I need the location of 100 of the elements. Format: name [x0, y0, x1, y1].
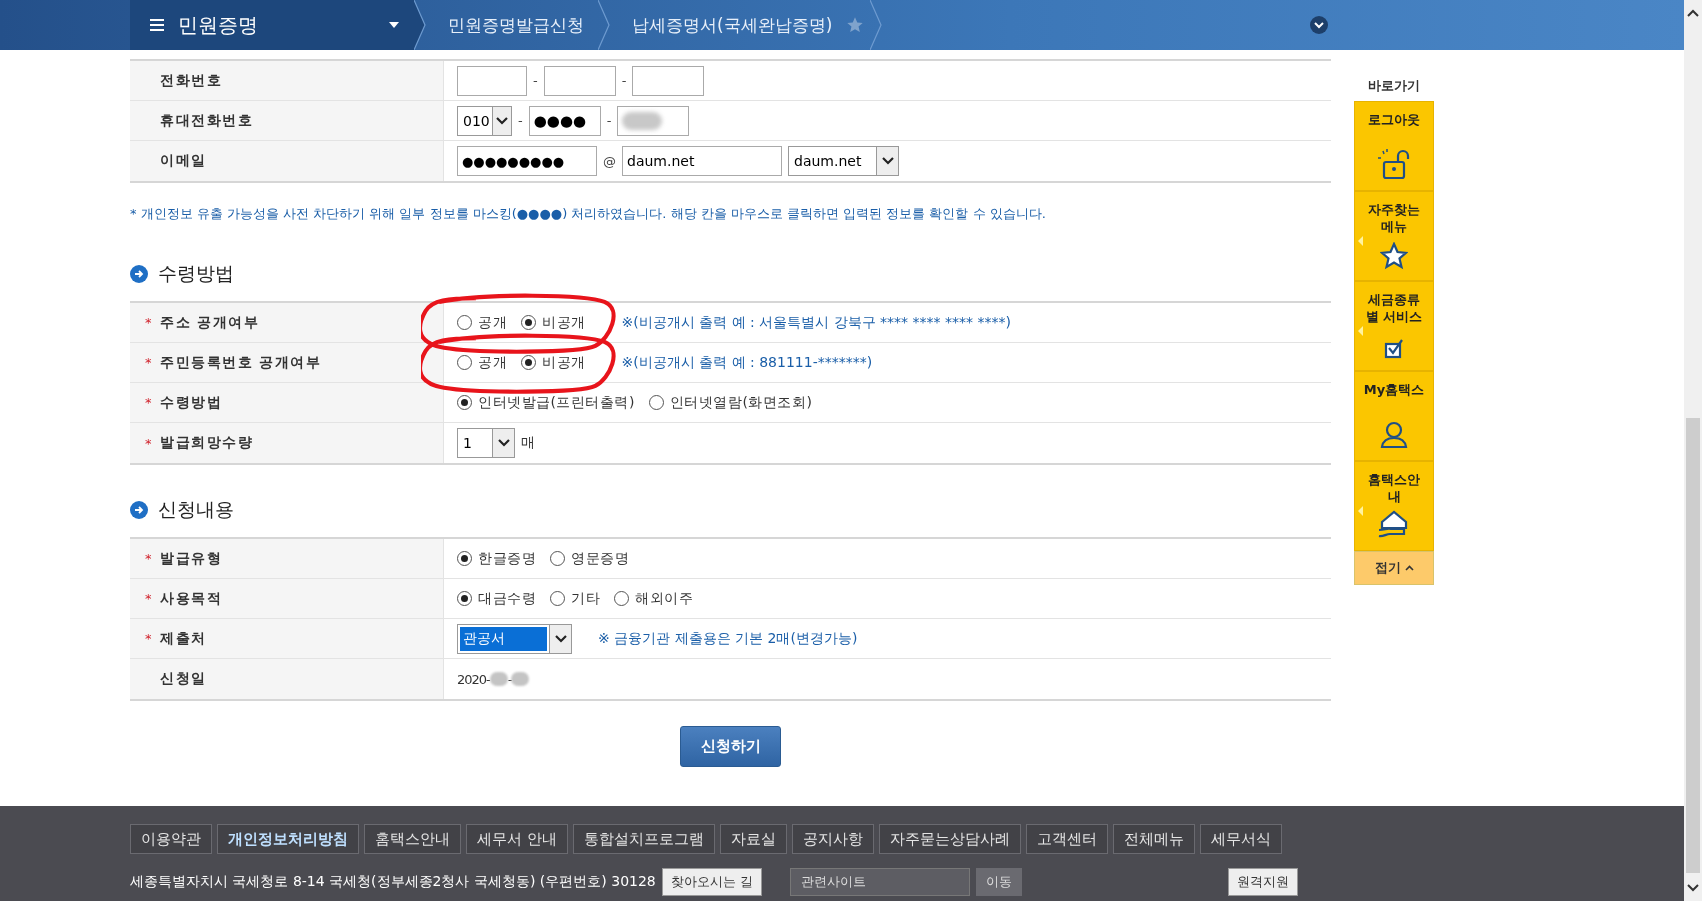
scroll-up-icon[interactable] — [1687, 8, 1699, 18]
quick-menu-item[interactable]: My홈택스 — [1354, 371, 1434, 461]
note-text: ※(비공개시 출력 예 : 서울특별시 강북구 **** **** **** ****) — [621, 313, 1011, 332]
select-field[interactable]: 1 — [457, 428, 515, 458]
required-mark: * — [145, 591, 152, 606]
radio-option[interactable]: 비공개 — [521, 353, 586, 372]
required-mark: * — [145, 315, 152, 330]
select-field[interactable]: 010 — [457, 105, 512, 136]
footer-link[interactable]: 세무서식 — [1199, 824, 1282, 854]
required-mark: * — [145, 631, 152, 646]
caret-icon — [496, 438, 511, 448]
arrow-bullet-icon — [130, 265, 148, 283]
section-title: 신청내용 — [158, 497, 234, 522]
footer-link[interactable]: 전체메뉴 — [1112, 824, 1195, 854]
radio-option[interactable]: 해외이주 — [614, 589, 693, 608]
field-label: 휴대전화번호 — [160, 111, 253, 130]
caret-up-icon — [1404, 565, 1414, 571]
remote-support-button[interactable]: 원격지원 — [1227, 868, 1298, 896]
expand-circle-icon[interactable] — [1310, 16, 1329, 34]
date-text: 2020- - — [457, 671, 530, 687]
input-field[interactable] — [632, 65, 705, 96]
footer-link[interactable]: 자료실 — [719, 824, 787, 854]
select-field[interactable]: 관공서 — [457, 623, 572, 654]
footer-link[interactable]: 고객센터 — [1025, 824, 1108, 854]
dash: - — [606, 113, 612, 128]
footer-link[interactable]: 홈택스안내 — [364, 824, 461, 854]
go-button[interactable]: 이동 — [975, 868, 1022, 896]
input-field[interactable]: daum.net — [622, 146, 782, 176]
footer-link[interactable]: 통합설치프로그램 — [572, 824, 715, 854]
caret-icon — [494, 115, 509, 126]
person-icon — [1379, 420, 1409, 450]
dash: - — [621, 73, 627, 88]
field-label: 발급유형 — [160, 549, 222, 568]
input-field[interactable] — [457, 65, 527, 96]
caret-icon — [553, 633, 568, 644]
field-label: 제출처 — [160, 629, 207, 648]
breadcrumb-separator — [870, 0, 883, 50]
required-mark: * — [145, 551, 152, 566]
quick-menu-item[interactable]: 자주찾는 메뉴 — [1354, 191, 1434, 281]
radio-option[interactable]: 기타 — [550, 589, 600, 608]
footer-link[interactable]: 개인정보처리방침 — [217, 824, 359, 854]
input-field[interactable]: ●●●●●●●●● — [457, 146, 597, 176]
dropdown-caret-icon — [389, 22, 399, 28]
quick-menu-title: 바로가기 — [1368, 77, 1420, 95]
footer-link[interactable]: 세무서 안내 — [466, 824, 568, 854]
notice-text: * 개인정보 유출 가능성을 사전 차단하기 위해 일부 정보를 마스킹(●●●●) 처리하였습니다. 해당 칸을 마우스로 클릭하면 입력된 정보를 확인할 수 있습니다. — [130, 205, 1047, 223]
dash: - — [518, 113, 523, 128]
unit-text: 매 — [521, 434, 535, 452]
note-text: ※(비공개시 출력 예 : 881111-*******) — [621, 353, 873, 372]
dash: - — [533, 73, 538, 88]
related-sites-select[interactable]: 관련사이트 — [789, 868, 970, 896]
checkbox-icon — [1383, 338, 1405, 360]
note-text: ※ 금융기관 제출용은 기본 2매(변경가능) — [598, 629, 858, 648]
at-sign: @ — [603, 153, 616, 169]
field-label: 사용목적 — [160, 589, 222, 608]
section-title: 수령방법 — [158, 261, 234, 286]
required-mark: * — [145, 355, 152, 370]
radio-option[interactable]: 공개 — [457, 313, 507, 332]
field-label: 신청일 — [160, 670, 207, 688]
radio-option[interactable]: 인터넷열람(화면조회) — [648, 393, 813, 412]
select-field[interactable]: daum.net — [788, 146, 899, 176]
required-mark: * — [145, 435, 152, 451]
radio-option[interactable]: 영문증명 — [550, 549, 629, 568]
required-mark: * — [145, 395, 152, 410]
radio-option[interactable]: 비공개 — [521, 313, 586, 332]
radio-option[interactable]: 인터넷발급(프린터출력) — [457, 393, 635, 412]
field-label: 발급희망수량 — [160, 434, 253, 452]
input-field[interactable] — [617, 105, 690, 136]
quick-menu-item[interactable]: 세금종류별 서비스 — [1354, 281, 1434, 371]
input-field[interactable] — [543, 65, 616, 96]
field-label: 이메일 — [160, 152, 207, 170]
scroll-down-icon[interactable] — [1687, 883, 1699, 893]
star-icon — [1380, 242, 1408, 270]
quick-menu-item[interactable]: 로그아웃 — [1354, 101, 1434, 191]
breadcrumb-separator — [414, 0, 426, 50]
radio-option[interactable]: 공개 — [457, 353, 507, 372]
footer-link[interactable]: 자주묻는상담사례 — [878, 824, 1021, 854]
input-field[interactable]: ●●●● — [528, 105, 601, 136]
favorite-star-icon[interactable] — [846, 16, 865, 34]
breadcrumb-link[interactable]: 민원증명발급신청 — [426, 13, 598, 37]
address-text: 세종특별자치시 국세청로 8-14 국세청(정부세종2청사 국세청동) (우편번호) 30128 — [130, 873, 656, 891]
collapse-button[interactable]: 접기 — [1354, 551, 1434, 585]
field-label: 수령방법 — [160, 393, 222, 412]
field-label: 주소 공개여부 — [160, 313, 260, 332]
breadcrumb-link[interactable]: 납세증명서(국세완납증명) — [610, 13, 847, 37]
scrollbar[interactable] — [1684, 0, 1702, 901]
radio-option[interactable]: 대금수령 — [457, 589, 536, 608]
arrow-bullet-icon — [130, 501, 148, 519]
quick-menu-item[interactable]: 홈택스안내 — [1354, 461, 1434, 551]
footer-link[interactable]: 이용약관 — [130, 824, 212, 854]
menu-icon — [150, 19, 164, 31]
submit-button[interactable]: 신청하기 — [680, 726, 781, 767]
nav-title: 민원증명 — [178, 11, 259, 39]
field-label: 주민등록번호 공개여부 — [160, 353, 322, 372]
field-label: 전화번호 — [160, 71, 222, 90]
footer-link[interactable]: 공지사항 — [791, 824, 874, 854]
directions-link[interactable]: 찾아오시는 길 — [661, 868, 762, 896]
caret-icon — [880, 156, 895, 166]
breadcrumb-separator — [598, 0, 610, 50]
radio-option[interactable]: 한글증명 — [457, 549, 536, 568]
